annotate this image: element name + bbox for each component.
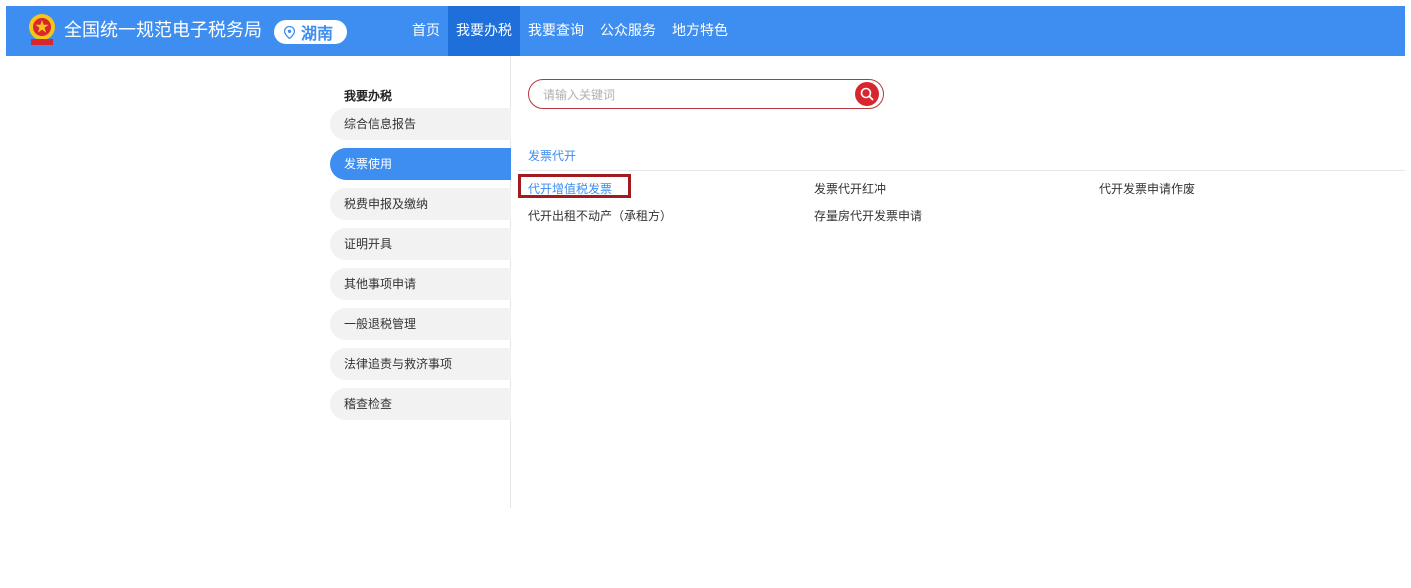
link-rental-property-invoice[interactable]: 代开出租不动产（承租方） <box>528 207 672 224</box>
top-header: 全国统一规范电子税务局 湖南 首页 我要办税 我要查询 公众服务 地方特色 <box>6 6 1405 56</box>
sidebar-item-refund-management[interactable]: 一般退税管理 <box>330 308 511 340</box>
sidebar-item-declaration-payment[interactable]: 税费申报及缴纳 <box>330 188 511 220</box>
site-title[interactable]: 全国统一规范电子税务局 <box>64 19 262 43</box>
nav-home[interactable]: 首页 <box>404 6 448 56</box>
sidebar-item-certificate[interactable]: 证明开具 <box>330 228 511 260</box>
region-label: 湖南 <box>301 24 334 43</box>
search-input[interactable] <box>541 85 845 105</box>
sidebar-heading: 我要办税 <box>344 89 393 103</box>
nav-tax-handling[interactable]: 我要办税 <box>448 6 520 56</box>
search-box <box>528 79 884 109</box>
sidebar-item-inspection[interactable]: 稽查检查 <box>330 388 511 420</box>
sidebar-item-other-application[interactable]: 其他事项申请 <box>330 268 511 300</box>
sidebar-item-legal-relief[interactable]: 法律追责与救济事项 <box>330 348 511 380</box>
nav-public-service[interactable]: 公众服务 <box>592 6 664 56</box>
search-button[interactable] <box>855 82 879 106</box>
location-pin-icon <box>284 25 295 39</box>
region-selector[interactable]: 湖南 <box>274 20 348 44</box>
search-icon <box>860 87 874 101</box>
link-invoice-red-reversal[interactable]: 发票代开红冲 <box>814 180 886 197</box>
sidebar-item-info-report[interactable]: 综合信息报告 <box>330 108 511 140</box>
link-invoice-void-request[interactable]: 代开发票申请作废 <box>1099 180 1195 197</box>
nav-local-features[interactable]: 地方特色 <box>664 6 736 56</box>
nav-query[interactable]: 我要查询 <box>520 6 592 56</box>
page-frame: 全国统一规范电子税务局 湖南 首页 我要办税 我要查询 公众服务 地方特色 我要… <box>6 6 1405 508</box>
sidebar-item-invoice-use[interactable]: 发票使用 <box>330 148 511 180</box>
section-title-invoice-issuing: 发票代开 <box>528 149 577 163</box>
main-nav: 首页 我要办税 我要查询 公众服务 地方特色 <box>404 6 736 56</box>
tax-emblem-icon[interactable] <box>26 12 58 46</box>
sidebar-menu: 综合信息报告 发票使用 税费申报及缴纳 证明开具 其他事项申请 一般退税管理 法… <box>330 108 511 428</box>
link-existing-housing-invoice[interactable]: 存量房代开发票申请 <box>814 207 922 224</box>
highlight-box <box>518 174 631 198</box>
section-divider <box>518 170 1405 171</box>
